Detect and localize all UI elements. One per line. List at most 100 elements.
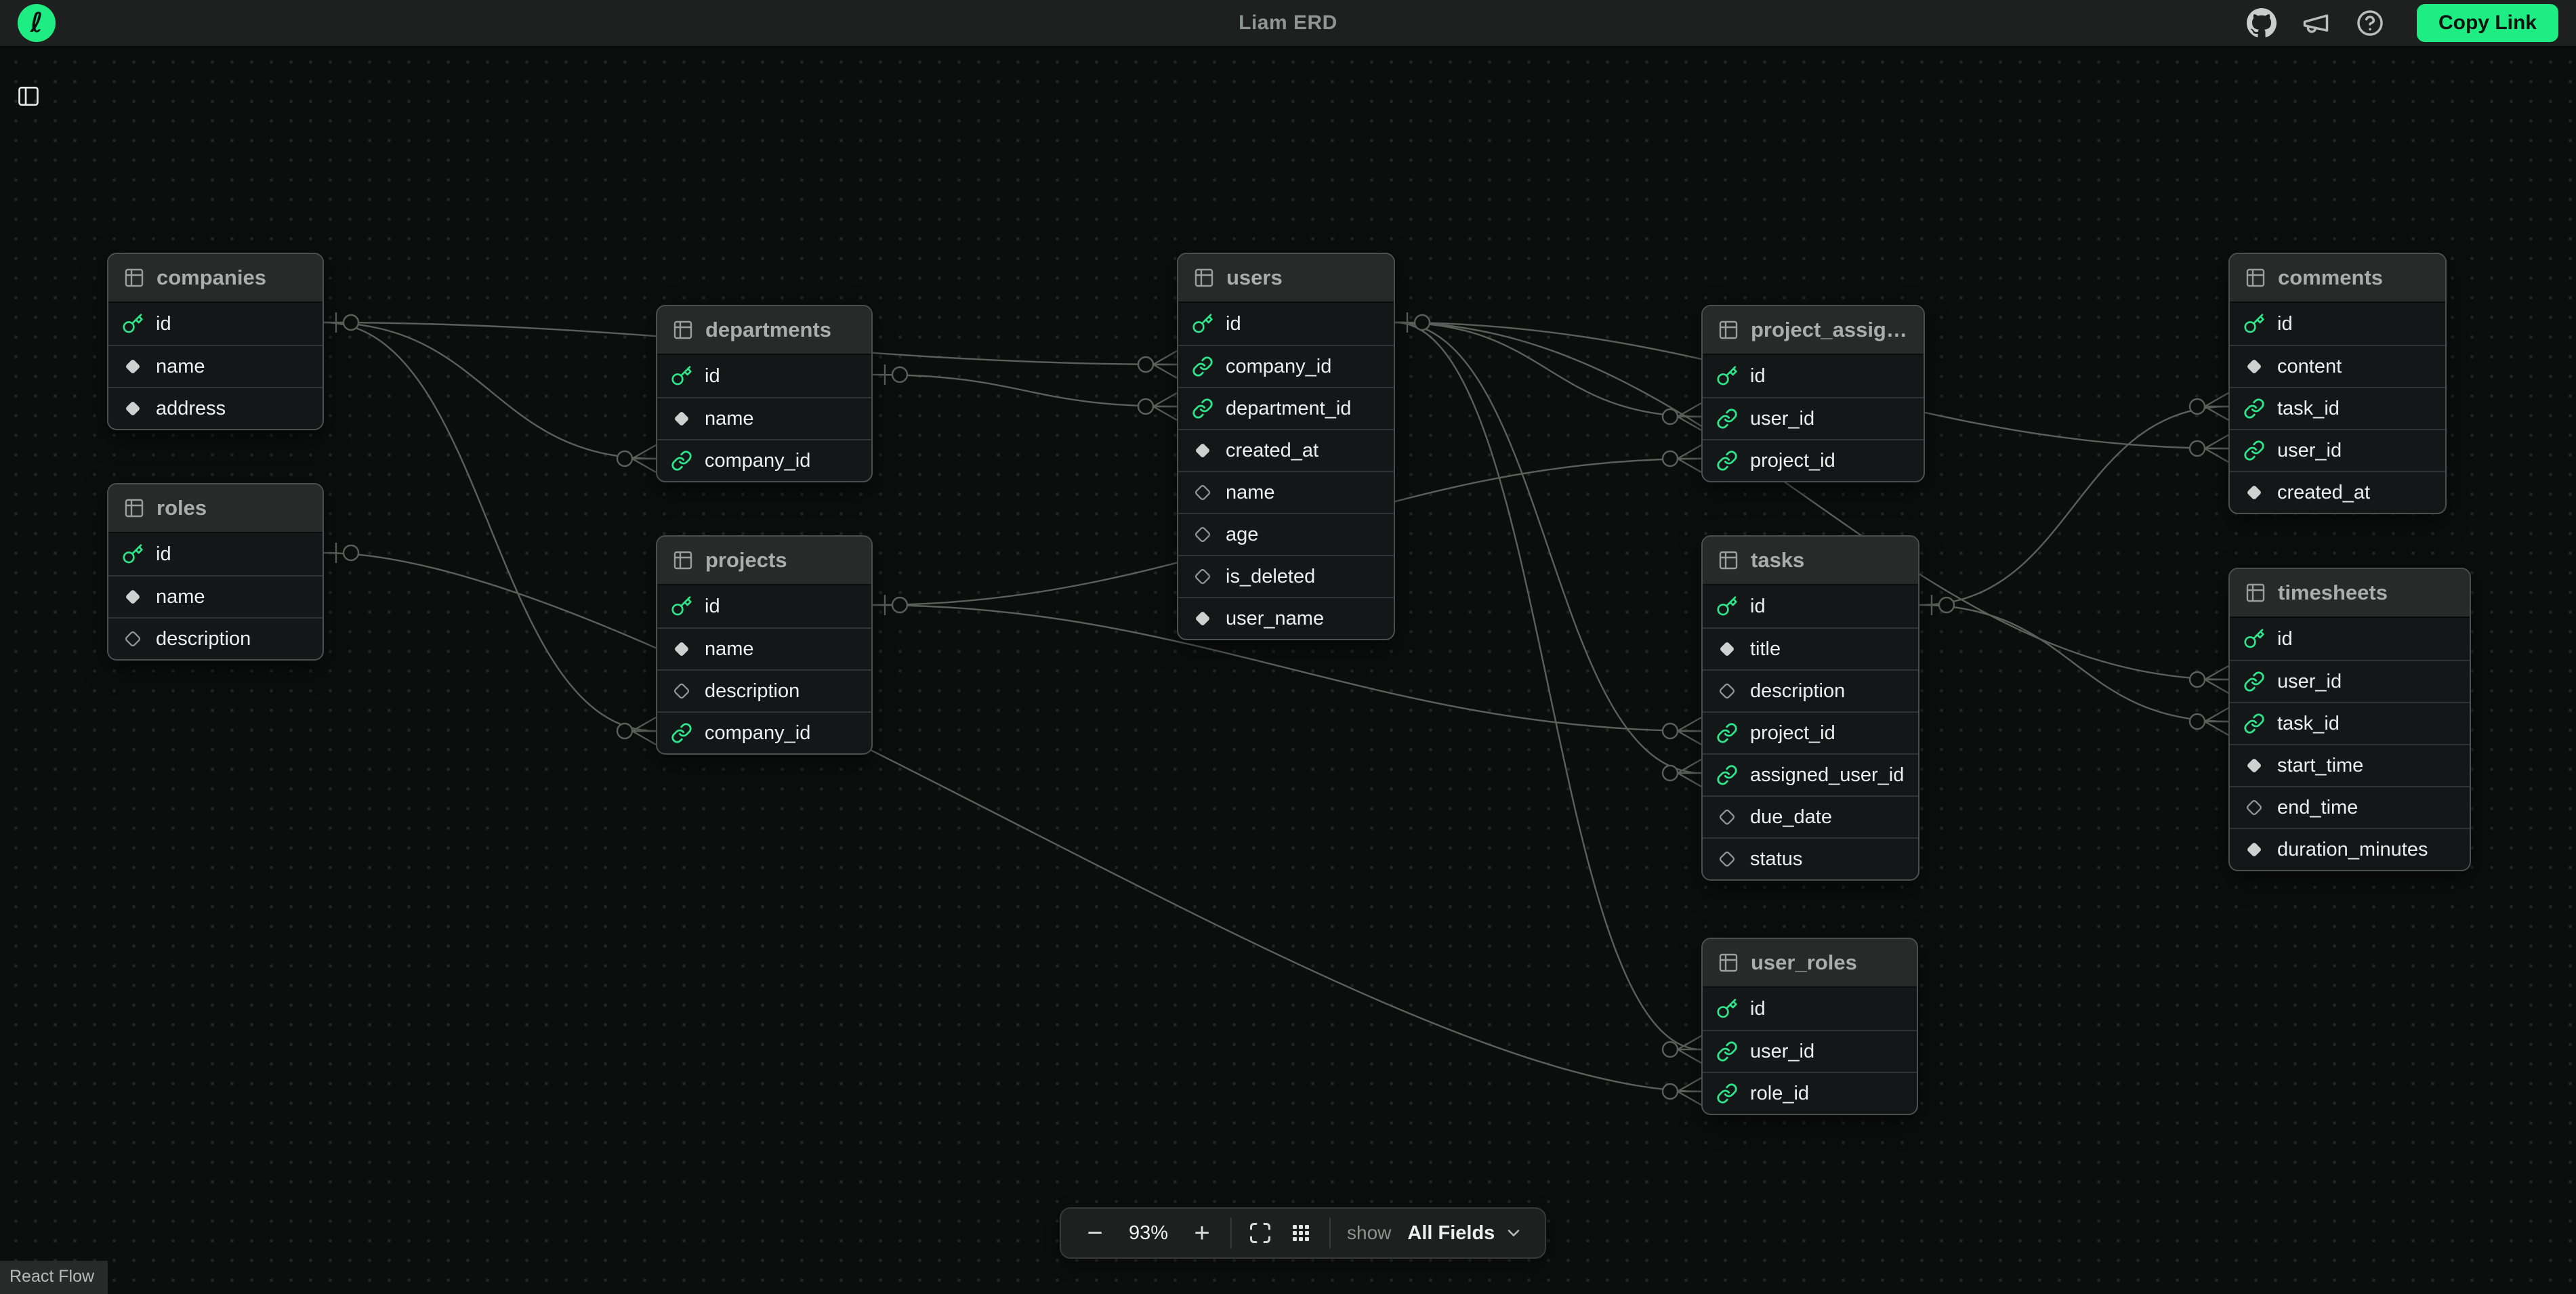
diamond-filled-icon	[671, 638, 692, 660]
key-icon	[2243, 313, 2265, 335]
table-header[interactable]: users	[1178, 254, 1394, 303]
zoom-in-button[interactable]: +	[1190, 1219, 1214, 1247]
table-header[interactable]: roles	[108, 484, 323, 533]
table-node-user_roles[interactable]: user_rolesiduser_idrole_id	[1701, 938, 1918, 1115]
field-row-comments-created_at[interactable]: created_at	[2230, 471, 2445, 513]
table-node-companies[interactable]: companiesidnameaddress	[107, 253, 324, 430]
table-header[interactable]: comments	[2230, 254, 2445, 303]
table-node-departments[interactable]: departments id namecompany_id	[656, 305, 873, 482]
react-flow-attribution[interactable]: React Flow	[0, 1261, 108, 1294]
field-row-tasks-status[interactable]: status	[1703, 837, 1918, 879]
field-row-tasks-assigned_user_id[interactable]: assigned_user_id	[1703, 753, 1918, 795]
table-node-timesheets[interactable]: timesheetsid user_id task_id start_timeend_…	[2228, 568, 2471, 871]
field-row-companies-id[interactable]: id	[108, 303, 323, 345]
field-row-roles-id[interactable]: id	[108, 533, 323, 575]
table-node-projects[interactable]: projectsidnamedescriptioncompany_id	[656, 535, 873, 755]
fit-view-button[interactable]	[1248, 1221, 1272, 1245]
field-row-users-company_id[interactable]: company_id	[1178, 345, 1394, 387]
field-name: id	[705, 365, 720, 388]
field-name: user_id	[1750, 408, 1814, 430]
field-row-timesheets-duration_minutes[interactable]: duration_minutes	[2230, 828, 2470, 870]
sidebar-toggle-button[interactable]	[11, 80, 46, 112]
field-row-projects-name[interactable]: name	[657, 627, 871, 669]
field-name: task_id	[2277, 713, 2340, 735]
table-icon	[2245, 582, 2266, 604]
field-row-companies-address[interactable]: address	[108, 387, 323, 429]
zoom-level: 93%	[1123, 1222, 1173, 1245]
field-name: is_deleted	[1226, 566, 1315, 588]
field-row-project_assignments-user_id[interactable]: user_id	[1703, 397, 1924, 439]
table-header[interactable]: project_assignments	[1703, 306, 1924, 355]
field-row-users-is_deleted[interactable]: is_deleted	[1178, 555, 1394, 597]
table-header[interactable]: timesheets	[2230, 569, 2470, 618]
field-row-users-created_at[interactable]: created_at	[1178, 429, 1394, 471]
field-row-projects-id[interactable]: id	[657, 585, 871, 627]
field-row-user_roles-role_id[interactable]: role_id	[1703, 1072, 1917, 1114]
field-row-timesheets-task_id[interactable]: task_id	[2230, 702, 2470, 744]
field-row-users-department_id[interactable]: department_id	[1178, 387, 1394, 429]
github-button[interactable]	[2245, 6, 2279, 40]
field-row-projects-company_id[interactable]: company_id	[657, 711, 871, 753]
table-node-users[interactable]: users idcompany_iddepartment_idcreated_at…	[1177, 253, 1395, 640]
table-header[interactable]: departments	[657, 306, 871, 355]
table-icon	[1718, 952, 1739, 974]
table-header[interactable]: companies	[108, 254, 323, 303]
field-name: user_id	[2277, 671, 2342, 693]
table-name: users	[1226, 266, 1283, 290]
field-row-users-id[interactable]: id	[1178, 303, 1394, 345]
table-header[interactable]: user_roles	[1703, 939, 1917, 988]
field-row-comments-id[interactable]: id	[2230, 303, 2445, 345]
field-row-roles-description[interactable]: description	[108, 617, 323, 659]
diamond-filled-icon	[2243, 755, 2265, 776]
table-header[interactable]: tasks	[1703, 537, 1918, 585]
field-row-tasks-id[interactable]: id	[1703, 585, 1918, 627]
field-row-timesheets-start_time[interactable]: start_time	[2230, 744, 2470, 786]
field-row-roles-name[interactable]: name	[108, 575, 323, 617]
field-row-timesheets-user_id[interactable]: user_id	[2230, 660, 2470, 702]
field-row-departments-id[interactable]: id	[657, 355, 871, 397]
field-row-departments-name[interactable]: name	[657, 397, 871, 439]
help-button[interactable]	[2353, 6, 2387, 40]
field-row-timesheets-id[interactable]: id	[2230, 618, 2470, 660]
field-row-tasks-due_date[interactable]: due_date	[1703, 795, 1918, 837]
field-row-user_roles-user_id[interactable]: user_id	[1703, 1030, 1917, 1072]
field-name: name	[156, 586, 205, 608]
field-row-tasks-title[interactable]: title	[1703, 627, 1918, 669]
diamond-filled-icon	[122, 586, 144, 608]
field-row-companies-name[interactable]: name	[108, 345, 323, 387]
field-row-tasks-description[interactable]: description	[1703, 669, 1918, 711]
liam-logo[interactable]: ℓ	[18, 4, 56, 42]
copy-link-button[interactable]: Copy Link	[2417, 4, 2558, 42]
key-icon	[1716, 998, 1738, 1020]
zoom-out-button[interactable]: −	[1083, 1219, 1107, 1247]
field-row-project_assignments-project_id[interactable]: project_id	[1703, 439, 1924, 481]
table-header[interactable]: projects	[657, 537, 871, 585]
field-row-tasks-project_id[interactable]: project_id	[1703, 711, 1918, 753]
fields-filter-dropdown[interactable]: All Fields	[1407, 1222, 1523, 1245]
link-icon	[2243, 440, 2265, 461]
table-node-comments[interactable]: commentsidcontenttask_iduser_idcreated_a…	[2228, 253, 2447, 514]
key-icon	[122, 313, 144, 335]
table-node-project_assignments[interactable]: project_assignmentsid user_id project_id	[1701, 305, 1925, 482]
field-row-comments-content[interactable]: content	[2230, 345, 2445, 387]
field-name: due_date	[1750, 806, 1832, 829]
field-row-timesheets-end_time[interactable]: end_time	[2230, 786, 2470, 828]
field-row-comments-task_id[interactable]: task_id	[2230, 387, 2445, 429]
field-row-comments-user_id[interactable]: user_id	[2230, 429, 2445, 471]
erd-canvas[interactable]: companiesidnameaddressrolesidnamedescrip…	[0, 47, 2576, 1294]
diamond-filled-icon	[1192, 608, 1213, 629]
field-row-departments-company_id[interactable]: company_id	[657, 439, 871, 481]
page-title: Liam ERD	[1239, 12, 1337, 35]
field-name: project_id	[1750, 450, 1835, 472]
field-row-users-age[interactable]: age	[1178, 513, 1394, 555]
field-row-project_assignments-id[interactable]: id	[1703, 355, 1924, 397]
field-row-users-name[interactable]: name	[1178, 471, 1394, 513]
field-row-user_roles-id[interactable]: id	[1703, 988, 1917, 1030]
table-node-tasks[interactable]: tasksidtitledescriptionproject_idassigne…	[1701, 535, 1919, 881]
tidy-up-button[interactable]	[1289, 1221, 1313, 1245]
github-icon	[2247, 8, 2277, 38]
field-row-projects-description[interactable]: description	[657, 669, 871, 711]
feedback-button[interactable]	[2299, 6, 2333, 40]
field-row-users-user_name[interactable]: user_name	[1178, 597, 1394, 639]
table-node-roles[interactable]: rolesid name description	[107, 483, 324, 661]
